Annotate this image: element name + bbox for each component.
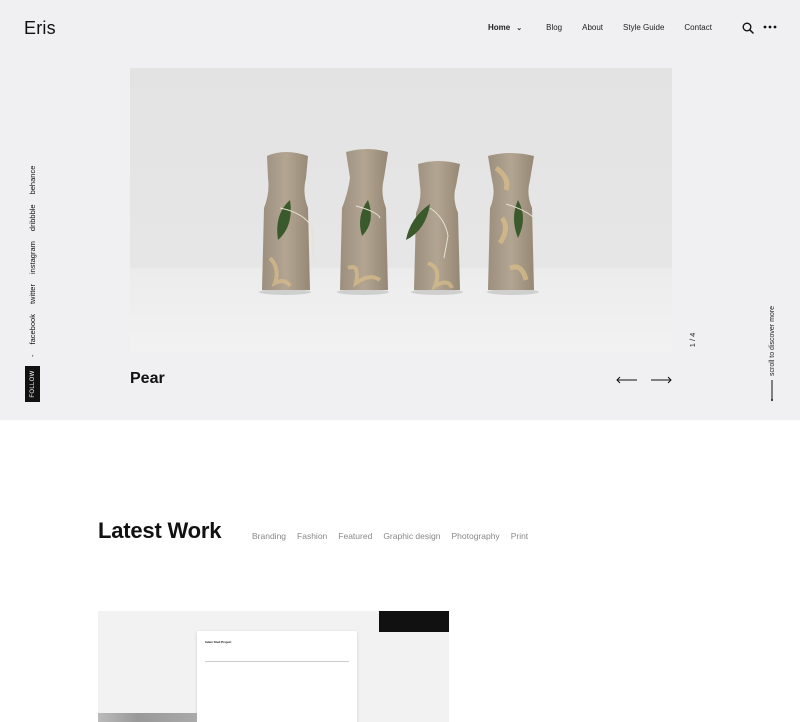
- slide-title[interactable]: Pear: [130, 370, 165, 388]
- follow-label: FOLLOW: [29, 370, 36, 398]
- nav-item-contact[interactable]: Contact: [684, 23, 712, 32]
- scroll-hint[interactable]: scroll to discover more: [766, 294, 778, 376]
- social-link-behance[interactable]: behance: [28, 166, 37, 195]
- filter-fashion[interactable]: Fashion: [297, 531, 327, 541]
- social-links: - facebook twitter instagram dribbble be…: [24, 166, 40, 358]
- portfolio-filters: Branding Fashion Featured Graphic design…: [252, 531, 539, 541]
- follow-badge: FOLLOW: [25, 366, 40, 402]
- main-nav: Home ⌄ Blog About Style Guide Contact: [488, 23, 712, 32]
- doc-title: Index Stud Project: [205, 640, 232, 644]
- filter-graphic-design[interactable]: Graphic design: [383, 531, 440, 541]
- arrow-down-icon: [771, 380, 773, 401]
- social-link-twitter[interactable]: twitter: [28, 284, 37, 304]
- social-link-facebook[interactable]: facebook: [28, 314, 37, 344]
- chevron-down-icon: ⌄: [516, 24, 523, 32]
- filter-featured[interactable]: Featured: [338, 531, 372, 541]
- nav-item-blog[interactable]: Blog: [546, 23, 562, 32]
- nav-item-about[interactable]: About: [582, 23, 603, 32]
- filter-print[interactable]: Print: [511, 531, 528, 541]
- arrow-right-icon[interactable]: [650, 376, 672, 384]
- slide-counter: 1 / 4: [686, 325, 698, 355]
- card-document-mockup: Index Stud Project: [197, 631, 357, 722]
- slide-counter-text: 1 / 4: [687, 332, 697, 348]
- card-black-block: [379, 611, 449, 632]
- hero-slide-image[interactable]: [130, 68, 672, 352]
- card-texture-strip: [98, 713, 197, 722]
- social-separator: -: [27, 354, 37, 358]
- wrapped-bottles-illustration: [259, 149, 539, 295]
- social-link-instagram[interactable]: instagram: [28, 241, 37, 274]
- search-icon[interactable]: [742, 22, 754, 34]
- more-dots-icon[interactable]: [763, 25, 777, 29]
- social-link-dribbble[interactable]: dribbble: [28, 204, 37, 231]
- site-logo[interactable]: Eris: [24, 18, 56, 39]
- work-card[interactable]: Index Stud Project: [98, 611, 449, 722]
- nav-item-label: Home: [488, 23, 511, 32]
- filter-photography[interactable]: Photography: [451, 531, 499, 541]
- doc-divider: [205, 661, 349, 662]
- scroll-hint-text: scroll to discover more: [768, 305, 776, 376]
- arrow-left-icon[interactable]: [616, 376, 638, 384]
- nav-item-style-guide[interactable]: Style Guide: [623, 23, 664, 32]
- nav-item-home[interactable]: Home ⌄: [488, 23, 522, 32]
- section-title: Latest Work: [98, 518, 222, 543]
- filter-branding[interactable]: Branding: [252, 531, 286, 541]
